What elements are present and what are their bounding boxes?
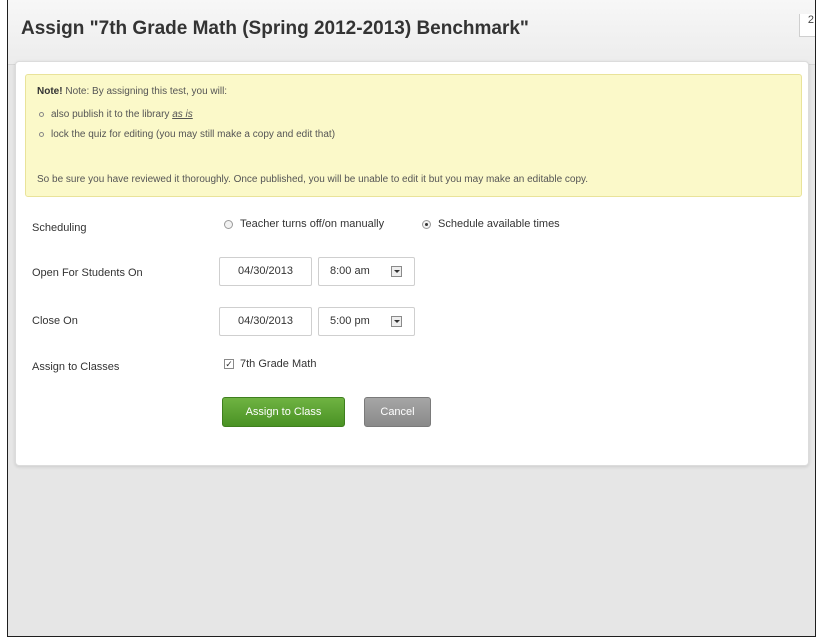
assign-form-panel: Note! Note: By assigning this test, you … (15, 61, 809, 466)
corner-indicator: 2 (799, 14, 815, 37)
dialog-window: Assign "7th Grade Math (Spring 2012-2013… (7, 0, 816, 637)
radio-schedule-label[interactable]: Schedule available times (438, 218, 560, 230)
dialog-title: Assign "7th Grade Math (Spring 2012-2013… (21, 18, 529, 39)
close-date-input[interactable]: 04/30/2013 (219, 307, 312, 336)
classes-label: Assign to Classes (32, 361, 120, 373)
close-time-select[interactable]: 5:00 pm (318, 307, 415, 336)
radio-schedule[interactable] (422, 220, 431, 229)
open-label: Open For Students On (32, 267, 143, 279)
class-7th-grade-math[interactable]: 7th Grade Math (240, 358, 316, 370)
note-footer: So be sure you have reviewed it thorough… (37, 174, 589, 185)
note-bullet-lock: lock the quiz for editing (you may still… (39, 129, 335, 140)
close-label: Close On (32, 315, 78, 327)
note-box: Note! Note: By assigning this test, you … (25, 74, 802, 197)
dialog-header: Assign "7th Grade Math (Spring 2012-2013… (8, 0, 815, 65)
open-time-select[interactable]: 8:00 am (318, 257, 415, 286)
note-intro-text: Note: By assigning this test, you will: (65, 86, 228, 97)
chevron-down-icon[interactable] (391, 266, 402, 277)
as-is-link[interactable]: as is (172, 109, 193, 120)
close-time-value: 5:00 pm (330, 315, 370, 327)
scheduling-label: Scheduling (32, 222, 87, 234)
bullet-icon (39, 111, 44, 117)
chevron-down-icon[interactable] (391, 316, 402, 327)
note-intro: Note! Note: By assigning this test, you … (37, 86, 227, 97)
note-bullet-publish: also publish it to the library as is (39, 109, 193, 120)
radio-manual[interactable] (224, 220, 233, 229)
note-bullet2-text: lock the quiz for editing (you may still… (51, 129, 336, 140)
note-bullet1-text: also publish it to the library (51, 109, 170, 120)
open-time-value: 8:00 am (330, 265, 370, 277)
bullet-icon (39, 131, 44, 137)
cancel-button[interactable]: Cancel (364, 397, 431, 427)
radio-manual-label[interactable]: Teacher turns off/on manually (240, 218, 384, 230)
open-date-input[interactable]: 04/30/2013 (219, 257, 312, 286)
assign-to-class-button[interactable]: Assign to Class (222, 397, 345, 427)
check-icon[interactable]: ✓ (224, 359, 234, 369)
note-bold-prefix: Note! (37, 86, 63, 97)
